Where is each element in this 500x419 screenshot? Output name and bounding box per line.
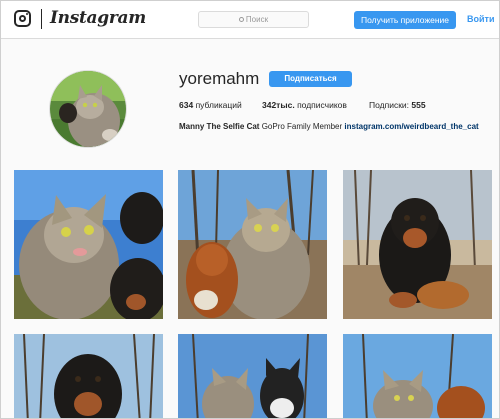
login-link[interactable]: Войти	[467, 14, 494, 24]
profile-avatar	[49, 70, 127, 148]
instagram-glyph-icon[interactable]	[14, 10, 31, 27]
search-input[interactable]: Поиск	[198, 11, 309, 28]
post-thumbnail[interactable]	[178, 170, 327, 319]
post-thumbnail[interactable]	[178, 334, 327, 418]
subscribe-button[interactable]: Подписаться	[269, 71, 352, 87]
bio-text: GoPro Family Member	[261, 122, 343, 131]
posts-label: публикаций	[195, 100, 242, 110]
instagram-wordmark[interactable]: Instagram	[50, 8, 146, 28]
posts-count: 634	[179, 100, 194, 110]
post-thumbnail[interactable]	[14, 334, 163, 418]
following-stat[interactable]: Подписки: 555	[369, 100, 426, 110]
followers-stat[interactable]: 342тыс. подписчиков	[262, 100, 347, 110]
get-app-button[interactable]: Получить приложение	[354, 11, 456, 29]
posts-stat: 634 публикаций	[179, 100, 242, 110]
search-icon	[238, 17, 244, 22]
bio-link[interactable]: instagram.com/weirdbeard_the_cat	[344, 122, 478, 131]
followers-count: 342тыс.	[262, 100, 295, 110]
following-label: Подписки:	[369, 100, 410, 110]
followers-label: подписчиков	[297, 100, 347, 110]
post-thumbnail[interactable]	[343, 170, 492, 319]
browser-viewport: Instagram Поиск Получить приложение Войт…	[0, 0, 500, 419]
profile-bio: Manny The Selfie Cat GoPro Family Member…	[179, 122, 479, 131]
logo-divider	[41, 9, 42, 29]
search-placeholder: Поиск	[245, 15, 269, 24]
profile-full-name: Manny The Selfie Cat	[179, 122, 260, 131]
profile-username: yoremahm	[179, 69, 260, 88]
top-navigation-bar: Instagram Поиск Получить приложение Войт…	[1, 1, 499, 39]
following-count: 555	[411, 100, 426, 110]
post-thumbnail[interactable]	[343, 334, 492, 418]
post-thumbnail[interactable]	[14, 170, 163, 319]
